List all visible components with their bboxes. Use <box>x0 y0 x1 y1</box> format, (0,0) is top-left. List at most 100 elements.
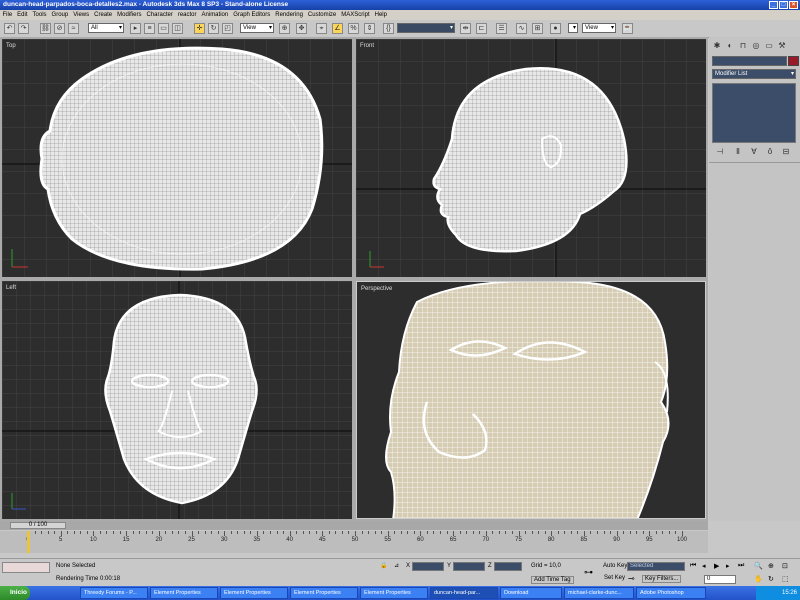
object-color-swatch[interactable] <box>788 56 799 66</box>
remove-modifier-icon[interactable]: ǒ <box>765 147 775 156</box>
task-michael-clarke-duncan[interactable]: michael-clarke-dunc... <box>564 587 634 599</box>
y-coord-field[interactable] <box>453 562 485 571</box>
menu-reactor[interactable]: reactor <box>175 10 199 20</box>
pan-icon[interactable]: ✋ <box>754 575 763 583</box>
menu-tools[interactable]: Tools <box>30 10 49 20</box>
edit-named-selection-icon[interactable]: {} <box>383 23 394 34</box>
show-end-result-icon[interactable]: Ⅱ <box>733 147 743 156</box>
current-time-marker[interactable] <box>27 531 30 553</box>
quick-render-icon[interactable]: ☕ <box>622 23 633 34</box>
snap-toggle-icon[interactable]: ⌖ <box>316 23 327 34</box>
add-time-tag-button[interactable]: Add Time Tag <box>531 576 574 584</box>
modifier-list-dropdown[interactable]: Modifier List <box>712 69 796 79</box>
percent-snap-icon[interactable]: % <box>348 23 359 34</box>
task-element-properties-4[interactable]: Element Properties <box>360 587 428 599</box>
unlink-icon[interactable]: ⊘ <box>54 23 65 34</box>
mirror-icon[interactable]: ⇹ <box>460 23 471 34</box>
menu-modifiers[interactable]: Modifiers <box>115 10 144 20</box>
zoom-all-icon[interactable]: ⊕ <box>768 562 774 570</box>
menu-help[interactable]: Help <box>372 10 389 20</box>
menu-views[interactable]: Views <box>71 10 92 20</box>
task-adobe-photoshop[interactable]: Adobe Photoshop <box>636 587 706 599</box>
task-3dsmax[interactable]: duncan-head-par... <box>430 587 498 599</box>
select-object-icon[interactable]: ▸ <box>130 23 141 34</box>
hierarchy-tab-icon[interactable]: ⊓ <box>738 41 748 50</box>
viewport-top[interactable]: Top <box>2 39 352 277</box>
close-button[interactable]: × <box>789 1 798 9</box>
start-button[interactable]: Inicio <box>0 586 30 600</box>
key-icon[interactable]: ⊸ <box>628 574 635 583</box>
rectangular-selection-icon[interactable]: ▭ <box>158 23 169 34</box>
redo-icon[interactable]: ↷ <box>18 23 29 34</box>
select-rotate-icon[interactable]: ↻ <box>208 23 219 34</box>
object-name-field[interactable] <box>712 56 787 66</box>
select-move-icon[interactable]: ✛ <box>194 23 205 34</box>
track-bar[interactable]: 0510152025303540455055606570758085909510… <box>0 531 708 553</box>
menu-create[interactable]: Create <box>92 10 115 20</box>
task-element-properties-1[interactable]: Element Properties <box>150 587 218 599</box>
key-set-dropdown[interactable]: Selected <box>627 562 685 571</box>
align-icon[interactable]: ⊏ <box>476 23 487 34</box>
current-frame-field[interactable]: 0 <box>704 575 736 584</box>
bind-space-warp-icon[interactable]: ≈ <box>68 23 79 34</box>
set-key-mode-icon[interactable]: ⊶ <box>584 567 593 578</box>
task-threedy-forums[interactable]: Threedy Forums - P... <box>80 587 148 599</box>
schematic-view-icon[interactable]: ⊞ <box>532 23 543 34</box>
menu-edit[interactable]: Edit <box>15 10 30 20</box>
select-scale-icon[interactable]: ◰ <box>222 23 233 34</box>
go-to-end-icon[interactable]: ⏭ <box>738 562 744 570</box>
window-crossing-icon[interactable]: ◫ <box>172 23 183 34</box>
utilities-tab-icon[interactable]: ⚒ <box>777 41 787 50</box>
pivot-center-icon[interactable]: ⊕ <box>279 23 290 34</box>
menu-customize[interactable]: Customize <box>305 10 338 20</box>
configure-modifier-sets-icon[interactable]: ⊟ <box>781 147 791 156</box>
absolute-mode-icon[interactable]: ⊿ <box>394 562 399 569</box>
lock-selection-icon[interactable]: 🔒 <box>380 562 387 569</box>
selection-filter-dropdown[interactable]: All <box>88 23 124 33</box>
maximize-viewport-icon[interactable]: ⬚ <box>782 575 789 583</box>
named-selection-dropdown[interactable] <box>397 23 455 33</box>
motion-tab-icon[interactable]: ◎ <box>751 41 761 50</box>
curve-editor-icon[interactable]: ∿ <box>516 23 527 34</box>
maximize-button[interactable]: □ <box>779 1 788 9</box>
viewport-front[interactable]: Front <box>356 39 706 277</box>
render-type-dropdown[interactable]: View <box>582 23 616 33</box>
previous-frame-icon[interactable]: ◂ <box>702 562 706 570</box>
play-icon[interactable]: ▶ <box>714 562 719 570</box>
pin-stack-icon[interactable]: ⊣ <box>715 147 725 156</box>
select-by-name-icon[interactable]: ≡ <box>144 23 155 34</box>
undo-icon[interactable]: ↶ <box>4 23 15 34</box>
layer-manager-icon[interactable]: ☰ <box>496 23 507 34</box>
menu-rendering[interactable]: Rendering <box>273 10 306 20</box>
menu-animation[interactable]: Animation <box>199 10 231 20</box>
task-element-properties-3[interactable]: Element Properties <box>290 587 358 599</box>
display-tab-icon[interactable]: ▭ <box>764 41 774 50</box>
reference-coordinate-dropdown[interactable]: View <box>240 23 274 33</box>
render-scene-icon[interactable] <box>568 23 578 33</box>
menu-maxscript[interactable]: MAXScript <box>339 10 372 20</box>
make-unique-icon[interactable]: ∀ <box>749 147 759 156</box>
menu-file[interactable]: File <box>0 10 15 20</box>
menu-graph-editors[interactable]: Graph Editors <box>231 10 273 20</box>
angle-snap-icon[interactable]: ∠ <box>332 23 343 34</box>
set-key-button[interactable]: Set Key <box>604 575 625 581</box>
material-editor-icon[interactable]: ● <box>550 23 561 34</box>
viewport-perspective[interactable]: Perspective <box>356 281 706 519</box>
key-filters-button[interactable]: Key Filters... <box>642 575 682 583</box>
x-coord-field[interactable] <box>412 562 444 571</box>
minimize-button[interactable]: _ <box>769 1 778 9</box>
menu-character[interactable]: Character <box>144 10 175 20</box>
go-to-start-icon[interactable]: ⏮ <box>690 562 696 570</box>
task-download[interactable]: Download <box>500 587 562 599</box>
task-element-properties-2[interactable]: Element Properties <box>220 587 288 599</box>
zoom-extents-icon[interactable]: ⊡ <box>782 562 788 570</box>
select-manipulate-icon[interactable]: ✥ <box>296 23 307 34</box>
modifier-stack[interactable] <box>712 83 796 143</box>
next-frame-icon[interactable]: ▸ <box>726 562 730 570</box>
zoom-icon[interactable]: 🔍 <box>754 562 763 570</box>
viewport-left[interactable]: Left <box>2 281 352 519</box>
select-link-icon[interactable]: ⛓ <box>40 23 51 34</box>
menu-group[interactable]: Group <box>49 10 71 20</box>
auto-key-button[interactable]: Auto Key <box>603 563 627 569</box>
create-tab-icon[interactable]: ✱ <box>712 41 722 50</box>
